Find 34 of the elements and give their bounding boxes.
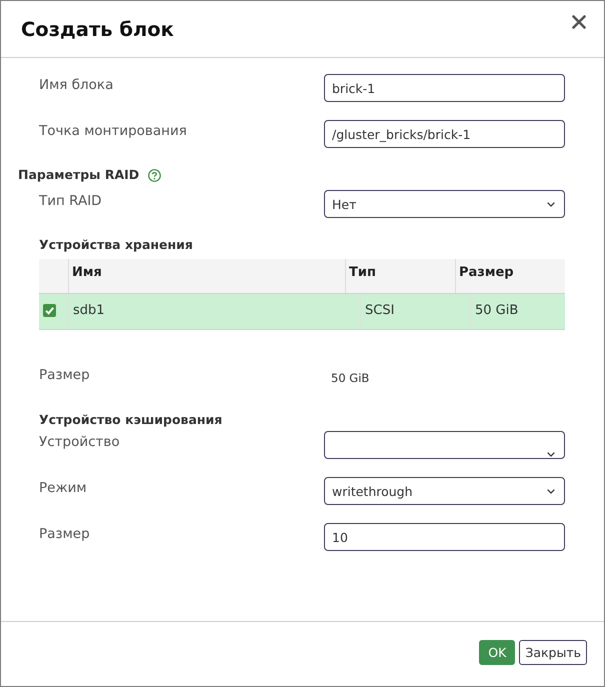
close-button[interactable] bbox=[572, 15, 586, 29]
size-value: 50 GiB bbox=[330, 370, 370, 384]
column-header: Размер bbox=[455, 259, 565, 293]
field-label: Размер bbox=[39, 525, 90, 544]
column-header: Тип bbox=[345, 259, 455, 293]
table-cell: SCSI bbox=[360, 294, 470, 329]
select-field[interactable]: Нет bbox=[324, 190, 565, 218]
help-icon bbox=[148, 168, 162, 182]
table-cell: 50 GiB bbox=[470, 294, 565, 329]
ok-button[interactable]: OK bbox=[479, 640, 516, 665]
chevron-down-icon bbox=[547, 202, 555, 206]
table-cell: sdb1 bbox=[68, 294, 360, 329]
input-field[interactable]: 10 bbox=[324, 523, 565, 551]
field-label: Устройство bbox=[39, 433, 120, 452]
chevron-down-icon bbox=[547, 488, 555, 494]
select-field[interactable] bbox=[324, 431, 565, 459]
section-title: Устройства хранения bbox=[39, 236, 193, 254]
checkbox[interactable] bbox=[43, 304, 56, 317]
close-icon bbox=[572, 15, 586, 29]
field-label: Тип RAID bbox=[39, 192, 102, 211]
field-label: Имя блока bbox=[39, 76, 114, 95]
close-dialog-button[interactable]: Закрыть bbox=[519, 640, 587, 665]
field-label: Режим bbox=[39, 479, 87, 498]
select-field[interactable]: writethrough bbox=[324, 477, 565, 505]
dialog-title: Создать блок bbox=[21, 17, 174, 43]
field-label: Размер bbox=[39, 366, 90, 385]
input-field[interactable]: /gluster_bricks/brick-1 bbox=[324, 120, 565, 148]
field-label: Точка монтирования bbox=[39, 122, 187, 141]
input-field[interactable]: brick-1 bbox=[324, 74, 565, 102]
table-row[interactable]: sdb1 SCSI 50 GiB bbox=[39, 294, 565, 330]
chevron-down-icon bbox=[547, 452, 555, 457]
section-title: Параметры RAID bbox=[18, 166, 140, 184]
column-header: Имя bbox=[68, 259, 345, 293]
section-title: Устройство кэширования bbox=[39, 411, 222, 429]
